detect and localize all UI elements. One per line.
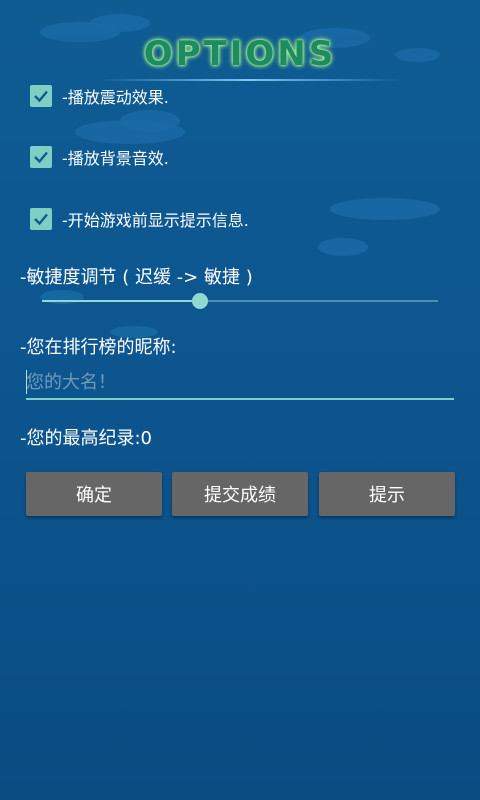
sensitivity-label: -敏捷度调节 ( 迟缓 -> 敏捷 )	[20, 267, 253, 288]
text-cursor	[26, 370, 27, 394]
checkmark-icon	[34, 213, 48, 226]
show-tips-label: -开始游戏前显示提示信息.	[62, 211, 249, 230]
title-underline	[100, 79, 400, 81]
page-title: OPTIONS	[143, 34, 337, 74]
cloud-decoration	[90, 14, 150, 32]
nickname-label: -您在排行榜的昵称:	[20, 337, 177, 358]
checkmark-icon	[34, 90, 48, 103]
hint-button[interactable]: 提示	[319, 472, 455, 516]
nickname-input[interactable]	[26, 366, 454, 398]
cloud-decoration	[330, 198, 440, 220]
slider-thumb[interactable]	[192, 293, 209, 309]
background-sound-checkbox-row[interactable]: -播放背景音效.	[30, 145, 169, 169]
slider-fill	[42, 300, 201, 302]
vibration-checkbox[interactable]	[30, 85, 52, 107]
show-tips-checkbox-row[interactable]: -开始游戏前显示提示信息.	[30, 207, 249, 231]
checkmark-icon	[34, 151, 48, 164]
vibration-checkbox-row[interactable]: -播放震动效果.	[30, 84, 169, 108]
show-tips-checkbox[interactable]	[30, 208, 52, 230]
cloud-decoration	[120, 110, 180, 132]
background-sound-checkbox[interactable]	[30, 146, 52, 168]
background-sound-label: -播放背景音效.	[62, 149, 169, 168]
sensitivity-slider[interactable]	[42, 293, 438, 309]
confirm-button[interactable]: 确定	[26, 472, 162, 516]
high-score-label: -您的最高纪录:0	[20, 428, 153, 449]
vibration-label: -播放震动效果.	[62, 88, 169, 107]
submit-score-button[interactable]: 提交成绩	[172, 472, 308, 516]
cloud-decoration	[318, 238, 368, 256]
nickname-field[interactable]	[26, 366, 454, 400]
